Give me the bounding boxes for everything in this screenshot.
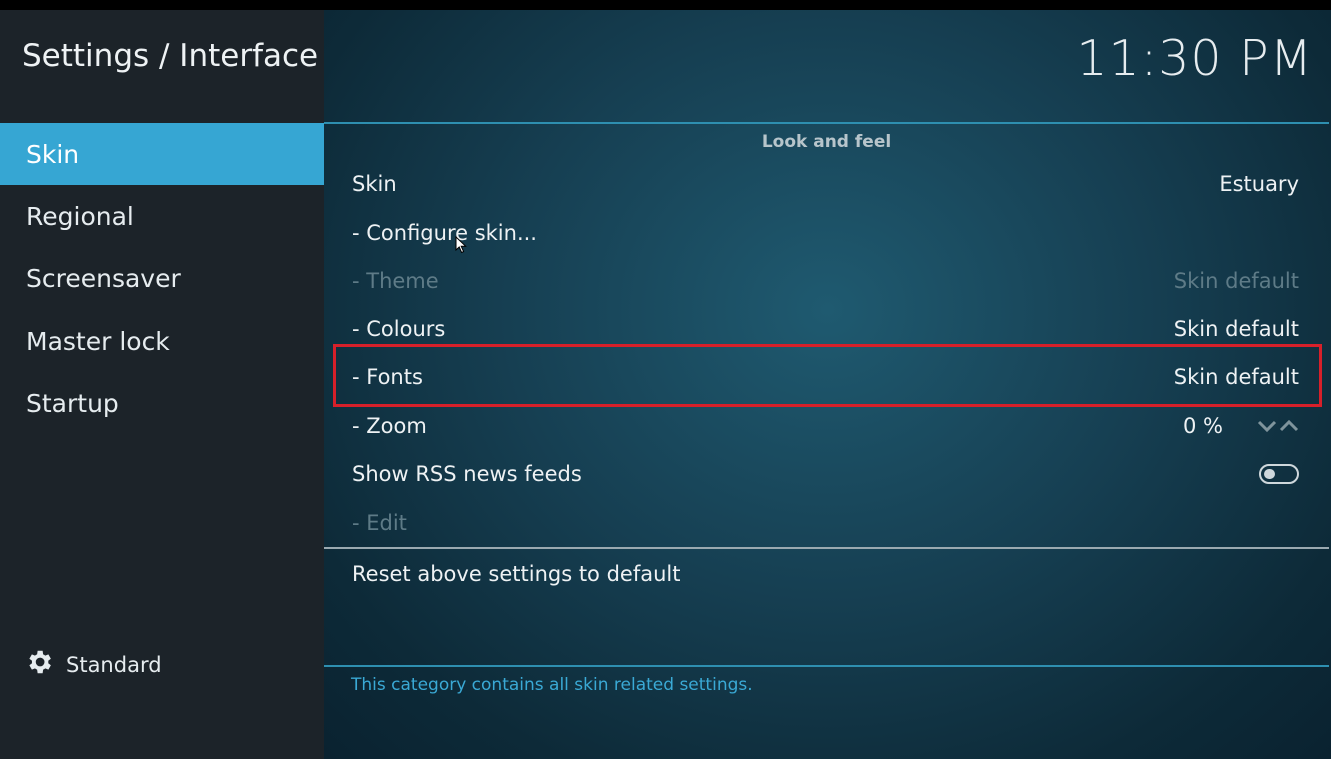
sidebar-item-screensaver[interactable]: Screensaver (0, 247, 324, 309)
setting-label: - Colours (352, 317, 446, 341)
setting-value: 0 % (1183, 414, 1223, 438)
page-title: Settings / Interface (22, 38, 319, 74)
sidebar-item-label: Screensaver (26, 263, 181, 293)
section-divider-top (324, 122, 1329, 124)
sidebar-item-label: Skin (26, 139, 80, 169)
setting-configure-skin[interactable]: - Configure skin... (324, 209, 1327, 257)
clock: 11:30 PM (1076, 30, 1313, 87)
setting-label: - Configure skin... (352, 221, 537, 245)
sidebar-item-skin[interactable]: Skin (0, 123, 324, 185)
setting-theme: - Theme Skin default (324, 257, 1327, 305)
setting-colours[interactable]: - Colours Skin default (324, 305, 1327, 353)
sidebar-item-label: Regional (26, 201, 134, 231)
setting-label: - Fonts (352, 365, 423, 389)
setting-value: Skin default (1173, 269, 1299, 293)
sidebar-item-startup[interactable]: Startup (0, 372, 324, 434)
category-description: This category contains all skin related … (351, 675, 753, 695)
reset-settings-button[interactable]: Reset above settings to default (324, 550, 1327, 598)
setting-skin[interactable]: Skin Estuary (324, 160, 1327, 208)
setting-fonts[interactable]: - Fonts Skin default (324, 353, 1327, 401)
section-divider-reset (324, 547, 1329, 549)
settings-level-label: Standard (66, 652, 162, 677)
gear-icon (24, 647, 54, 682)
reset-label: Reset above settings to default (352, 562, 681, 586)
top-bar (0, 0, 1331, 10)
sidebar-item-label: Startup (26, 388, 119, 418)
setting-label: Show RSS news feeds (352, 462, 582, 486)
setting-label: - Edit (352, 511, 407, 535)
setting-value: Skin default (1173, 365, 1299, 389)
setting-show-rss[interactable]: Show RSS news feeds (324, 450, 1327, 498)
group-title: Look and feel (761, 132, 892, 152)
sidebar-item-master-lock[interactable]: Master lock (0, 310, 324, 372)
setting-label: - Zoom (352, 414, 427, 438)
setting-label: Skin (352, 172, 397, 196)
chevron-up-icon[interactable] (1279, 414, 1299, 438)
sidebar-item-regional[interactable]: Regional (0, 185, 324, 247)
setting-value: Skin default (1173, 317, 1299, 341)
setting-edit: - Edit (324, 499, 1327, 547)
mouse-cursor-icon (455, 235, 467, 258)
settings-level-button[interactable]: Standard (24, 647, 162, 682)
setting-value: Estuary (1219, 172, 1299, 196)
chevron-down-icon[interactable] (1257, 414, 1277, 438)
rss-toggle[interactable] (1259, 464, 1299, 484)
sidebar-item-label: Master lock (26, 326, 170, 356)
section-divider-bottom (324, 665, 1329, 667)
sidebar: Settings / Interface Skin Regional Scree… (0, 10, 324, 759)
setting-zoom[interactable]: - Zoom 0 % (324, 402, 1327, 450)
setting-label: - Theme (352, 269, 439, 293)
